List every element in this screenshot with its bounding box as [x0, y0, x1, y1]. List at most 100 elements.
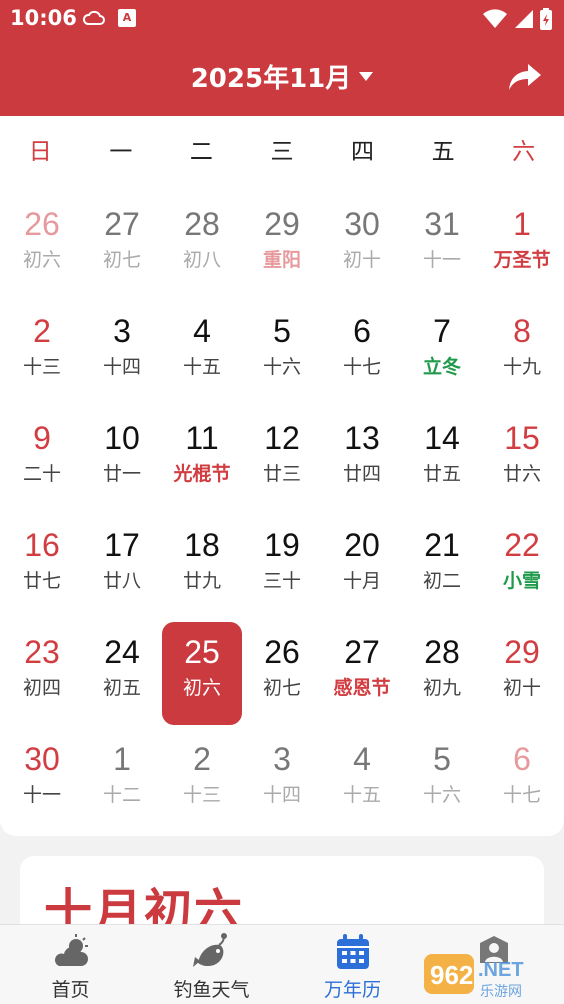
day-number: 5	[273, 313, 291, 349]
calendar-day[interactable]: 18 廿九	[162, 515, 242, 618]
lunar-day-label: 十七	[502, 784, 541, 806]
day-number: 1	[513, 206, 531, 242]
festival-label: 光棍节	[173, 463, 231, 485]
caret-down-icon	[359, 72, 374, 81]
nav-home-label: 首页	[51, 979, 90, 1001]
calendar-day[interactable]: 3 十四	[242, 729, 322, 832]
day-number: 3	[273, 741, 291, 777]
svg-text:乐游网: 乐游网	[480, 984, 522, 1000]
weekday-tue: 二	[189, 139, 213, 165]
weekday-thu: 四	[351, 139, 375, 165]
calendar-day[interactable]: 26 初七	[242, 622, 322, 725]
calendar-day[interactable]: 1 万圣节	[482, 194, 562, 297]
day-number: 2	[193, 741, 211, 777]
nav-home[interactable]: 首页	[0, 925, 141, 1004]
day-number: 7	[433, 313, 451, 349]
calendar-day[interactable]: 13 廿四	[322, 408, 402, 511]
calendar-day[interactable]: 27 初七	[82, 194, 162, 297]
calendar-day[interactable]: 11 光棍节	[162, 408, 242, 511]
weekday-mon: 一	[109, 139, 133, 165]
lunar-day-label: 廿九	[182, 570, 221, 592]
calendar-day[interactable]: 2 十三	[162, 729, 242, 832]
fish-icon	[192, 933, 227, 967]
lunar-day-label: 十六	[262, 356, 301, 378]
day-number: 3	[113, 313, 131, 349]
calendar-day[interactable]: 30 初十	[322, 194, 402, 297]
calendar-day[interactable]: 8 十九	[482, 301, 562, 404]
nav-calendar-label: 万年历	[323, 979, 381, 1001]
calendar-day[interactable]: 4 十五	[322, 729, 402, 832]
day-number: 10	[104, 420, 140, 456]
calendar-day[interactable]: 12 廿三	[242, 408, 322, 511]
calendar-day[interactable]: 5 十六	[402, 729, 482, 832]
calendar-day[interactable]: 5 十六	[242, 301, 322, 404]
calendar-day[interactable]: 14 廿五	[402, 408, 482, 511]
calendar-day[interactable]: 28 初八	[162, 194, 242, 297]
notification-a-label: A	[122, 11, 132, 24]
calendar-day[interactable]: 4 十五	[162, 301, 242, 404]
calendar-day[interactable]: 29 初十	[482, 622, 562, 725]
lunar-day-label: 初六	[182, 677, 221, 699]
calendar-day[interactable]: 24 初五	[82, 622, 162, 725]
lunar-day-label: 初十	[502, 677, 541, 699]
calendar-day[interactable]: 17 廿八	[82, 515, 162, 618]
day-number: 31	[424, 206, 460, 242]
calendar-day[interactable]: 15 廿六	[482, 408, 562, 511]
day-number: 20	[344, 527, 380, 563]
calendar-day[interactable]: 9 二十	[2, 408, 82, 511]
calendar-day[interactable]: 21 初二	[402, 515, 482, 618]
calendar-card: 日 一 二 三 四 五 六 26 初六 27 初七 28 初八 29 重阳 30 初十 31 十一 1 万…	[0, 116, 564, 836]
lunar-day-label: 十五	[182, 356, 221, 378]
calendar-week-row: 30 十一 1 十二 2 十三 3 十四 4 十五 5 十六 6 十七	[2, 729, 562, 836]
day-number: 30	[24, 741, 60, 777]
day-number: 4	[353, 741, 371, 777]
calendar-day[interactable]: 19 三十	[242, 515, 322, 618]
calendar-day[interactable]: 31 十一	[402, 194, 482, 297]
lunar-day-label: 二十	[22, 463, 61, 485]
cloud-icon	[82, 10, 105, 25]
lunar-day-label: 十四	[102, 356, 141, 378]
calendar-day[interactable]: 1 十二	[82, 729, 162, 832]
calendar-day[interactable]: 7 立冬	[402, 301, 482, 404]
calendar-day[interactable]: 6 十七	[482, 729, 562, 832]
lunar-day-label: 十六	[422, 784, 461, 806]
calendar-day[interactable]: 29 重阳	[242, 194, 322, 297]
weather-cloud-sun-icon	[54, 934, 88, 966]
calendar-week-row: 9 二十 10 廿一 11 光棍节 12 廿三 13 廿四 14 廿五 15 廿六	[2, 408, 562, 515]
svg-text:962: 962	[430, 960, 473, 990]
day-number: 28	[424, 634, 460, 670]
day-number: 24	[104, 634, 140, 670]
lunar-day-label: 十九	[502, 356, 541, 378]
day-number: 9	[33, 420, 51, 456]
lunar-day-label: 廿六	[502, 463, 541, 485]
calendar-day[interactable]: 2 十三	[2, 301, 82, 404]
calendar-day[interactable]: 6 十七	[322, 301, 402, 404]
calendar-day-selected[interactable]: 25 初六	[162, 622, 242, 725]
calendar-day[interactable]: 27 感恩节	[322, 622, 402, 725]
calendar-day[interactable]: 28 初九	[402, 622, 482, 725]
calendar-day[interactable]: 20 十月	[322, 515, 402, 618]
lunar-day-label: 十三	[22, 356, 61, 378]
calendar-day[interactable]: 22 小雪	[482, 515, 562, 618]
nav-fishing-weather[interactable]: 钓鱼天气	[141, 925, 282, 1004]
calendar-week-row: 26 初六 27 初七 28 初八 29 重阳 30 初十 31 十一 1 万圣节	[2, 194, 562, 301]
lunar-day-label: 十七	[342, 356, 381, 378]
day-number: 18	[184, 527, 220, 563]
lunar-day-label: 初七	[262, 677, 301, 699]
calendar-day[interactable]: 26 初六	[2, 194, 82, 297]
share-icon[interactable]	[508, 62, 542, 92]
day-number: 28	[184, 206, 220, 242]
day-number: 13	[344, 420, 380, 456]
svg-text:.NET: .NET	[478, 959, 524, 981]
calendar-day[interactable]: 16 廿七	[2, 515, 82, 618]
calendar-day[interactable]: 10 廿一	[82, 408, 162, 511]
nav-calendar[interactable]: 万年历	[282, 925, 423, 1004]
month-selector[interactable]: 2025年11月	[191, 58, 374, 95]
calendar-day[interactable]: 3 十四	[82, 301, 162, 404]
day-number: 19	[264, 527, 300, 563]
calendar-day[interactable]: 23 初四	[2, 622, 82, 725]
notification-a-icon: A	[118, 9, 136, 27]
lunar-day-label: 初五	[102, 677, 141, 699]
calendar-day[interactable]: 30 十一	[2, 729, 82, 832]
day-number: 22	[504, 527, 540, 563]
